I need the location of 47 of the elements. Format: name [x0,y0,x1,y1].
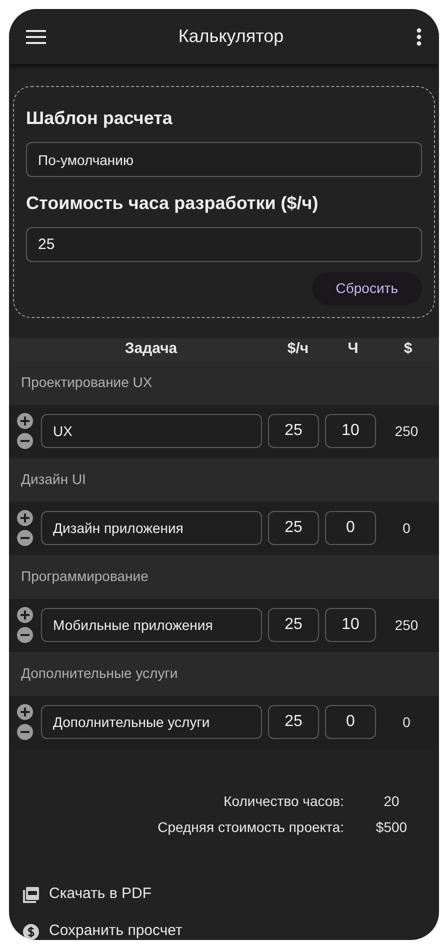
summary-value: $500 [376,818,408,836]
remove-icon[interactable] [17,627,33,643]
category-label: Программирование [21,567,148,586]
column-header: Ч [346,339,360,359]
menu-icon[interactable] [26,30,46,44]
task-field[interactable]: Мобильные приложения [41,608,262,642]
category-label: Проектирование UX [21,373,152,392]
add-icon[interactable] [17,510,33,526]
reset-button[interactable]: Сбросить [312,272,422,305]
column-header: $ [402,339,414,359]
document-stack-icon [23,886,39,902]
action-link[interactable]: Скачать в PDF [23,884,439,906]
more-icon[interactable] [416,28,422,46]
add-icon[interactable] [17,413,33,429]
task-total: 250 [394,422,418,440]
remove-icon[interactable] [17,433,33,449]
hours-field[interactable]: 0 [325,705,376,739]
category-label: Дизайн UI [21,470,86,489]
task-field[interactable]: Дополнительные услуги [41,705,262,739]
rate-field[interactable]: 25 [268,608,319,642]
remove-icon[interactable] [17,724,33,740]
hours-field[interactable]: 10 [325,414,376,448]
task-total: 0 [402,518,410,538]
app-title: Калькулятор [178,25,284,48]
summary-label: Количество часов: [224,792,344,810]
section-label: Шаблон расчета [26,107,174,130]
category-label: Дополнительные услуги [21,664,178,683]
section-label: Стоимость часа разработки ($/ч) [26,192,320,215]
task-field[interactable]: Дизайн приложения [41,511,262,545]
add-icon[interactable] [17,607,33,623]
action-link[interactable]: Сохранить просчет [23,920,439,940]
hours-field[interactable]: 0 [325,511,376,545]
rate-field[interactable]: 25 [268,414,319,448]
rate-field[interactable]: 25 [268,705,319,739]
rate-field[interactable]: 25 [268,511,319,545]
column-header: $/ч [286,339,310,359]
hours-field[interactable]: 10 [325,608,376,642]
remove-icon[interactable] [17,530,33,546]
summary-label: Средняя стоимость проекта: [158,818,344,837]
column-header: Задача [124,339,178,359]
rate-field[interactable]: 25 [26,227,422,262]
summary-value: 20 [384,792,400,810]
add-icon[interactable] [17,704,33,720]
template-field[interactable]: По-умолчанию [26,142,422,177]
task-field[interactable]: UX [41,414,262,448]
task-total: 0 [402,712,410,732]
task-total: 250 [394,616,418,634]
